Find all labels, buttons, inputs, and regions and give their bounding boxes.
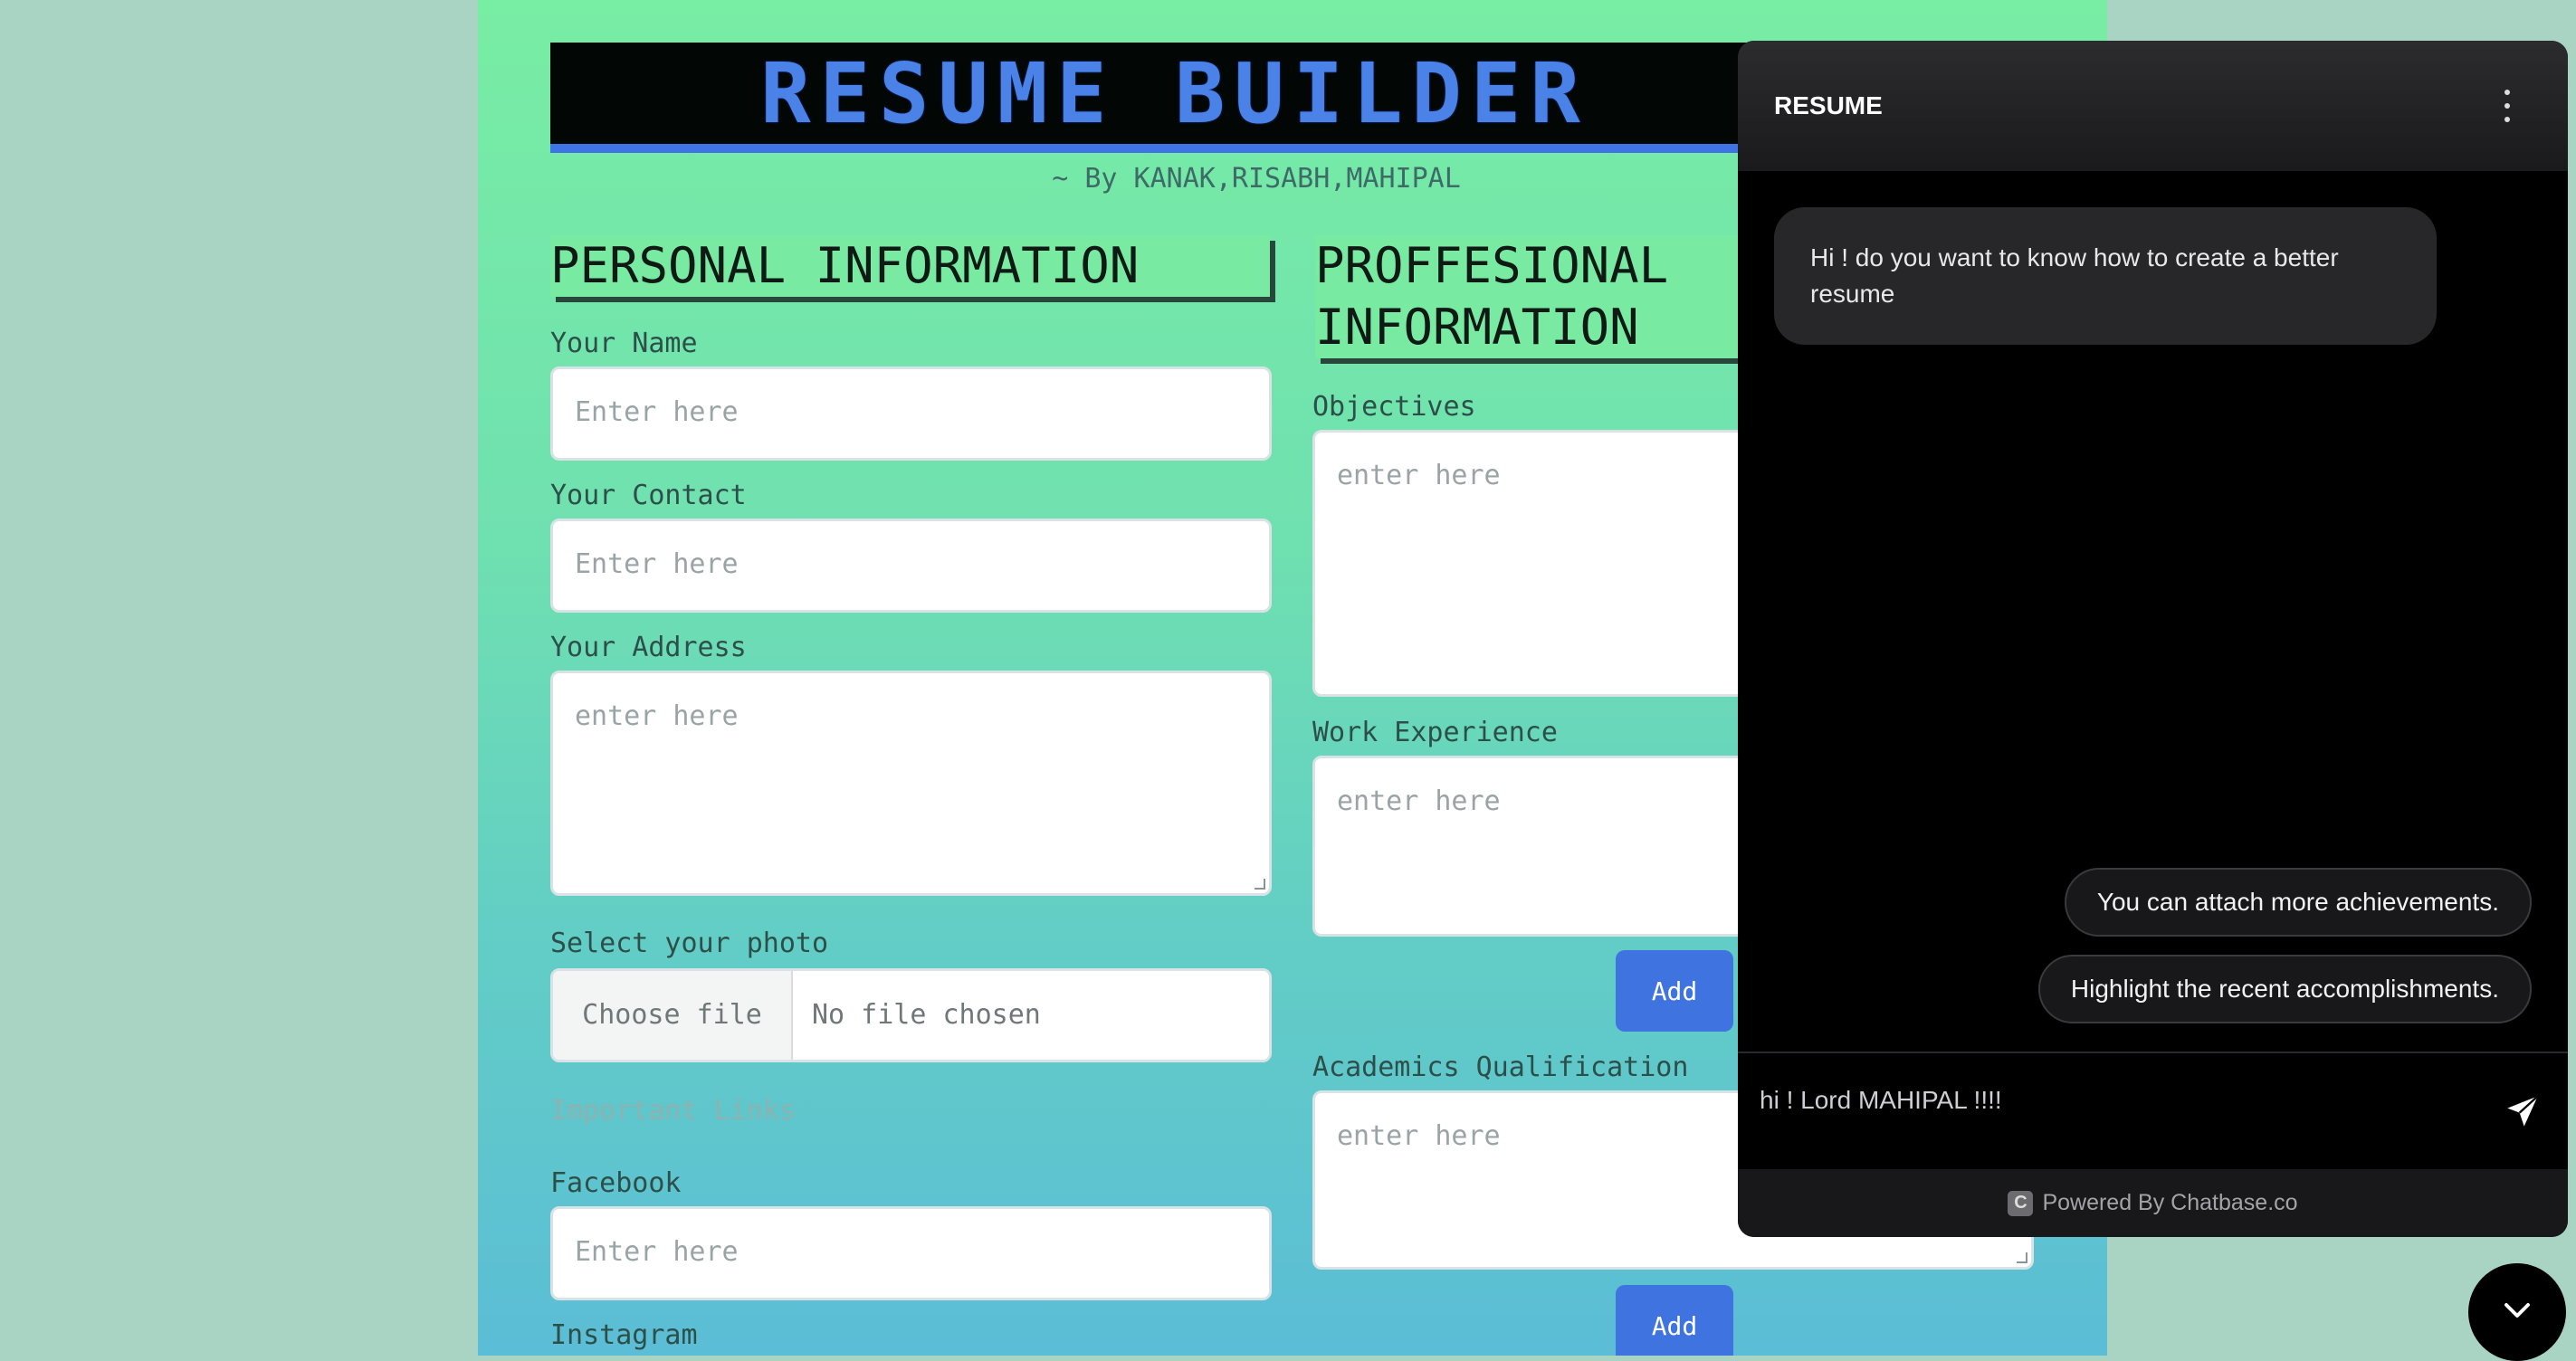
powered-by-text[interactable]: Powered By Chatbase.co [2042, 1190, 2297, 1216]
contact-label: Your Contact [550, 480, 747, 511]
photo-file-input[interactable]: Choose file No file chosen [550, 968, 1272, 1062]
suggestion-chip-accomplishments[interactable]: Highlight the recent accomplishments. [2037, 955, 2532, 1023]
work-experience-label: Work Experience [1312, 717, 1558, 748]
suggestion-chip-achievements[interactable]: You can attach more achievements. [2064, 868, 2532, 937]
add-work-experience-button[interactable]: Add [1616, 950, 1733, 1032]
address-label: Your Address [550, 632, 747, 663]
professional-section-title: PROFFESIONAL INFORMATION [1315, 235, 1750, 358]
contact-input[interactable]: Enter here [550, 519, 1272, 613]
instagram-label: Instagram [550, 1319, 698, 1351]
name-label: Your Name [550, 328, 698, 359]
page-title: RESUME BUILDER [760, 44, 1589, 142]
facebook-input[interactable]: Enter here [550, 1206, 1272, 1300]
choose-file-button[interactable]: Choose file [553, 971, 793, 1060]
address-textarea[interactable]: enter here [550, 671, 1272, 896]
objectives-label: Objectives [1312, 391, 1476, 423]
professional-title-line2: INFORMATION [1315, 299, 1639, 356]
academics-label: Academics Qualification [1312, 1052, 1689, 1083]
chat-header: RESUME [1738, 41, 2568, 171]
personal-section-title: PERSONAL INFORMATION [550, 235, 1270, 297]
chevron-down-icon [2504, 1303, 2530, 1318]
bot-message: Hi ! do you want to know how to create a… [1774, 207, 2437, 345]
photo-label: Select your photo [550, 928, 829, 959]
chat-title: RESUME [1774, 91, 1883, 119]
kebab-menu-icon[interactable] [2504, 90, 2512, 122]
chat-toggle-button[interactable] [2468, 1263, 2566, 1361]
chat-input-bar: hi ! Lord MAHIPAL !!!! [1738, 1052, 2568, 1171]
name-input[interactable]: Enter here [550, 366, 1272, 461]
facebook-label: Facebook [550, 1167, 682, 1199]
chatbase-logo-icon: C [2008, 1190, 2034, 1216]
header-banner: RESUME BUILDER [550, 43, 1799, 144]
chat-message-input[interactable]: hi ! Lord MAHIPAL !!!! [1760, 1086, 2002, 1115]
chatbot-widget: RESUME Hi ! do you want to know how to c… [1738, 41, 2568, 1237]
professional-title-line1: PROFFESIONAL [1315, 237, 1669, 294]
file-status-text: No file chosen [812, 999, 1041, 1031]
chat-footer: C Powered By Chatbase.co [1738, 1169, 2568, 1237]
important-links-label: Important Links [550, 1095, 796, 1127]
send-icon[interactable] [2504, 1093, 2541, 1129]
add-academics-button[interactable]: Add [1616, 1285, 1733, 1356]
